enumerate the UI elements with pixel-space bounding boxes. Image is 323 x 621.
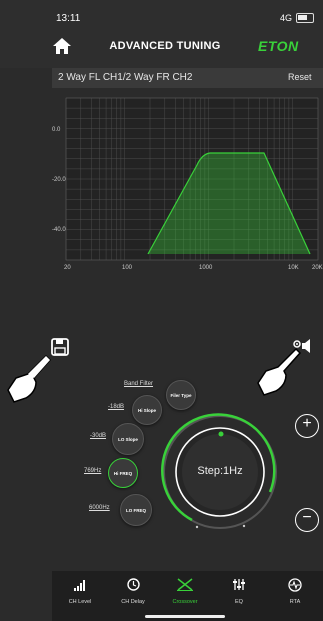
pointing-hand-icon [7, 354, 52, 403]
x-tick-1: 100 [122, 265, 133, 271]
lo-freq-label: LO FREQ [126, 507, 146, 513]
hi-freq-knob[interactable]: Hi FREQ [108, 458, 138, 488]
home-icon[interactable] [52, 36, 72, 56]
x-tick-2: 1000 [199, 265, 213, 271]
y-tick-1: -20.0 [52, 177, 66, 183]
pulse-icon [268, 578, 322, 596]
band-filter-label: Band Filter [124, 381, 154, 387]
bars-icon [53, 578, 107, 596]
tab-label: CH Level [68, 599, 92, 605]
sliders-icon [212, 578, 266, 596]
step-label: Step:1Hz [197, 465, 243, 477]
page-title: ADVANCED TUNING [109, 40, 221, 52]
tab-ch-delay[interactable]: CH Delay [106, 578, 160, 605]
tab-rta[interactable]: RTA [268, 578, 322, 605]
x-tick-3: 10K [288, 265, 299, 271]
y-tick-2: -40.0 [52, 227, 66, 233]
hi-slope-value: -18dB [108, 404, 125, 410]
decrease-button[interactable]: − [295, 508, 319, 532]
signal-indicator: 4G [280, 13, 293, 23]
tab-label: Crossover [172, 599, 198, 605]
tab-label: CH Delay [121, 599, 145, 605]
channel-selector[interactable]: 2 Way FL CH1/2 Way FR CH2 [58, 72, 192, 83]
tab-crossover[interactable]: Crossover [158, 578, 212, 605]
battery-level [298, 15, 307, 20]
hi-freq-value: 769Hz [84, 468, 102, 474]
hi-slope-label: Hi Slope [137, 407, 156, 413]
lo-freq-knob[interactable]: LO FREQ [120, 494, 152, 526]
pointing-hand-icon [257, 347, 302, 396]
tab-label: RTA [289, 599, 301, 605]
tab-label: EQ [235, 599, 243, 605]
reset-button[interactable]: Reset [288, 72, 312, 82]
crossover-graph: 0.0 -20.0 -40.0 20 100 1000 10K 20K [52, 97, 323, 271]
lo-slope-label: LO Slope [118, 436, 138, 442]
x-tick-0: 20 [64, 265, 71, 271]
lo-freq-value: 6000Hz [89, 505, 110, 511]
brand-logo: ETON [258, 38, 299, 54]
tab-eq[interactable]: EQ [212, 578, 266, 605]
status-time: 13:11 [56, 13, 81, 24]
filter-type-label: Filer Type [170, 392, 192, 398]
home-indicator [145, 615, 225, 618]
crossover-icon [158, 578, 212, 596]
lo-slope-value: -30dB [90, 433, 107, 439]
tab-ch-level[interactable]: CH Level [53, 578, 107, 605]
clock-icon [106, 578, 160, 596]
y-tick-0: 0.0 [52, 127, 61, 133]
lo-slope-knob[interactable]: LO Slope [112, 423, 144, 455]
brand-logo-text: ETON [258, 38, 299, 54]
increase-button[interactable]: + [295, 414, 319, 438]
x-tick-4: 20K [312, 265, 323, 271]
filter-type-knob[interactable]: Filer Type [166, 380, 196, 410]
hi-freq-label: Hi FREQ [113, 470, 133, 476]
